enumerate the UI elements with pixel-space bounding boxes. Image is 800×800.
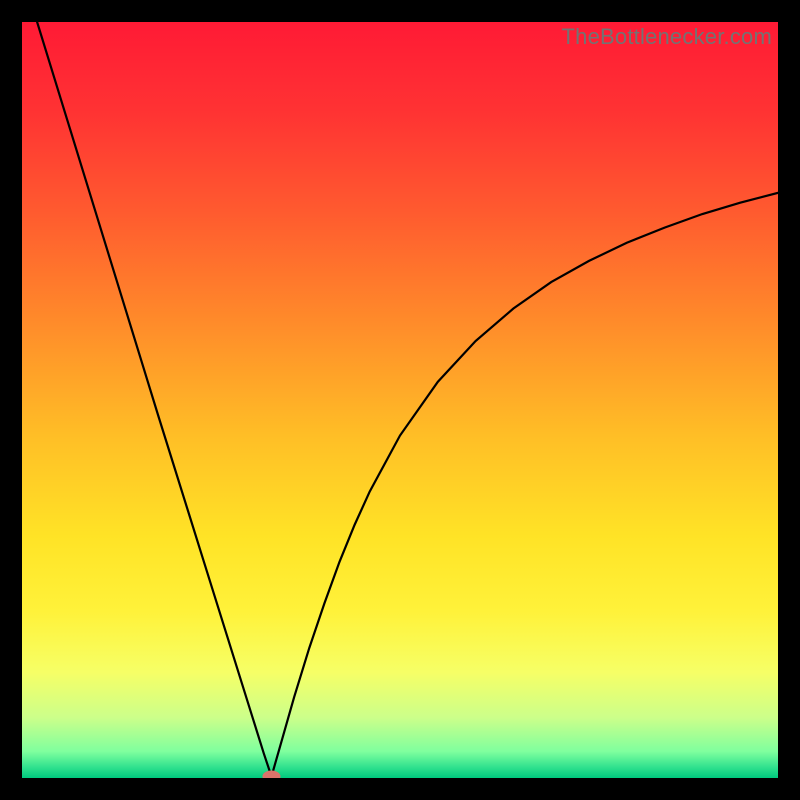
bottleneck-chart (22, 22, 778, 778)
watermark-text: TheBottlenecker.com (562, 24, 772, 50)
chart-frame: TheBottlenecker.com (22, 22, 778, 778)
gradient-background (22, 22, 778, 778)
